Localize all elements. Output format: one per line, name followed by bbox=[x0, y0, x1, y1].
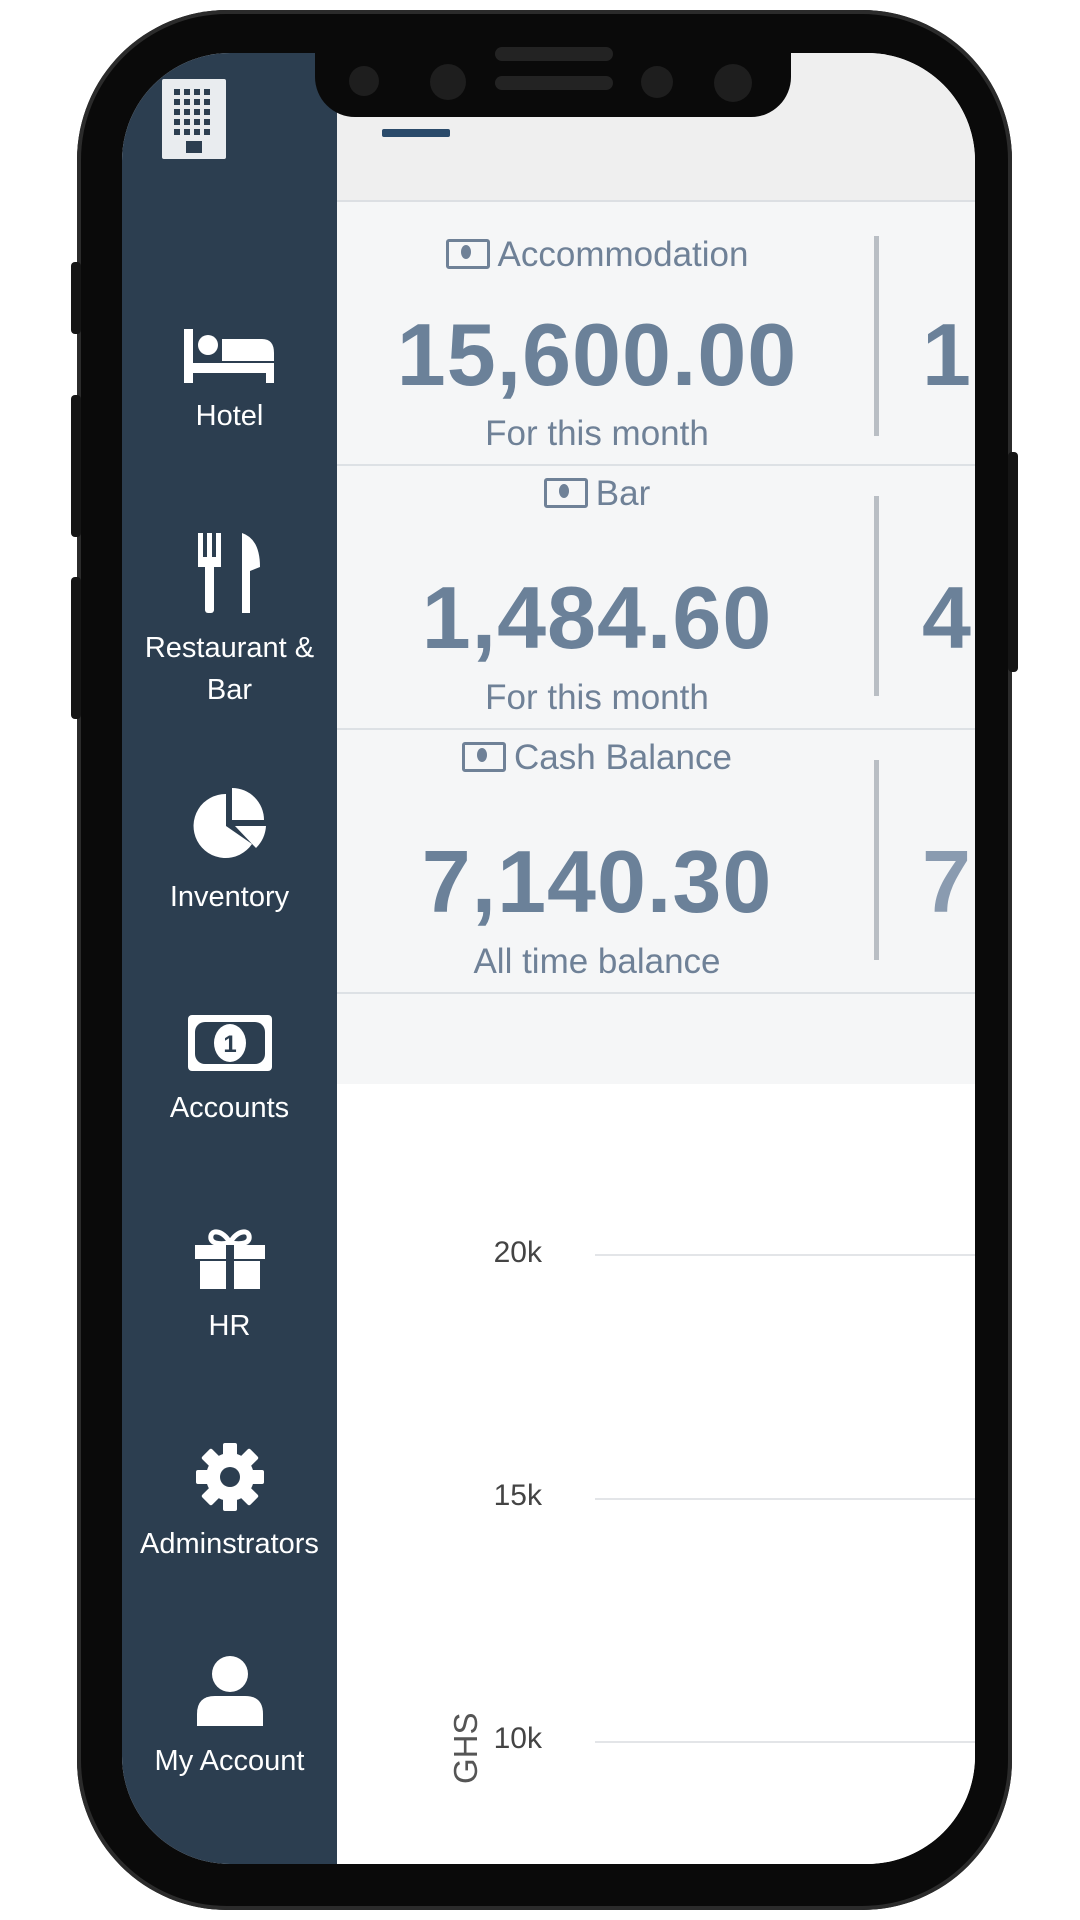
revenue-chart: 20k 15k 10k GHS bbox=[337, 1084, 975, 1864]
mute-switch bbox=[71, 262, 81, 334]
user-icon bbox=[196, 1656, 263, 1726]
money-icon bbox=[445, 238, 490, 269]
card-title: Bar bbox=[337, 474, 857, 514]
bed-icon bbox=[183, 329, 274, 383]
sidebar-item-label: Inventory bbox=[169, 881, 290, 913]
sidebar-item-hr[interactable]: HR bbox=[122, 1229, 337, 1347]
card-value: 7,140.30 bbox=[421, 832, 773, 931]
dot-projector bbox=[714, 64, 752, 102]
money-icon bbox=[462, 741, 507, 772]
sidebar: Hotel Restaurant & Bar Inventory 1 Accou… bbox=[122, 53, 337, 1864]
app-screen: Hotel Restaurant & Bar Inventory 1 Accou… bbox=[122, 53, 975, 1864]
gridline bbox=[595, 1498, 975, 1500]
card-title: Accommodation bbox=[337, 235, 857, 275]
sidebar-item-administrators[interactable]: Adminstrators bbox=[122, 1443, 337, 1565]
power-button bbox=[1008, 452, 1018, 672]
gridline bbox=[595, 1254, 975, 1256]
card-next-value: 7 bbox=[922, 832, 971, 931]
sidebar-item-my-account[interactable]: My Account bbox=[122, 1656, 337, 1782]
card-subtitle: All time balance bbox=[473, 942, 721, 981]
earpiece-speaker bbox=[495, 47, 613, 61]
money-icon: 1 bbox=[187, 1015, 272, 1071]
stat-card-cash-balance: Cash Balance 7,140.30 All time balance 7 bbox=[337, 730, 975, 994]
sidebar-item-inventory[interactable]: Inventory bbox=[122, 788, 337, 918]
sidebar-item-restaurant-bar[interactable]: Restaurant & Bar bbox=[122, 533, 337, 711]
y-tick-label: 20k bbox=[493, 1236, 542, 1269]
sidebar-item-hotel[interactable]: Hotel bbox=[122, 325, 337, 437]
card-subtitle: For this month bbox=[485, 678, 709, 717]
stat-card-bar: Bar 1,484.60 For this month 4 bbox=[337, 466, 975, 730]
card-value: 15,600.00 bbox=[396, 305, 798, 404]
y-axis-label: GHS bbox=[447, 1712, 484, 1784]
sidebar-item-label: My Account bbox=[154, 1745, 305, 1777]
volume-down-button bbox=[71, 577, 81, 719]
sidebar-item-label-2: Bar bbox=[206, 674, 253, 706]
building-icon[interactable] bbox=[162, 79, 226, 159]
gift-icon bbox=[194, 1229, 265, 1289]
card-divider bbox=[874, 760, 879, 960]
sidebar-item-label: Accounts bbox=[169, 1092, 290, 1124]
card-divider bbox=[874, 496, 879, 696]
card-next-value: 4 bbox=[922, 568, 971, 667]
stat-card-accommodation: Accommodation 15,600.00 For this month 1 bbox=[337, 202, 975, 466]
sidebar-item-label: Hotel bbox=[195, 400, 264, 432]
card-value: 1,484.60 bbox=[421, 568, 773, 667]
proximity-sensor bbox=[349, 66, 379, 96]
sidebar-item-label: Adminstrators bbox=[140, 1528, 319, 1560]
front-camera bbox=[430, 64, 466, 100]
pie-chart-icon bbox=[193, 788, 266, 858]
card-next-value: 1 bbox=[922, 305, 971, 404]
gear-icon bbox=[195, 1443, 264, 1511]
svg-text:1: 1 bbox=[223, 1031, 236, 1058]
earpiece-speaker-2 bbox=[495, 76, 613, 90]
stats-panel: Accommodation 15,600.00 For this month 1… bbox=[337, 202, 975, 1084]
sidebar-item-accounts[interactable]: 1 Accounts bbox=[122, 1015, 337, 1129]
card-title: Cash Balance bbox=[337, 738, 857, 778]
fork-knife-icon bbox=[197, 533, 260, 613]
money-icon bbox=[543, 477, 588, 508]
sidebar-item-label: Restaurant & bbox=[144, 632, 315, 664]
y-tick-label: 15k bbox=[493, 1479, 542, 1512]
hamburger-icon[interactable] bbox=[382, 129, 450, 137]
card-subtitle: For this month bbox=[485, 414, 709, 453]
volume-up-button bbox=[71, 395, 81, 537]
gridline bbox=[595, 1741, 975, 1743]
card-divider bbox=[874, 236, 879, 436]
sidebar-item-label: HR bbox=[208, 1310, 251, 1342]
ambient-sensor bbox=[641, 66, 673, 98]
